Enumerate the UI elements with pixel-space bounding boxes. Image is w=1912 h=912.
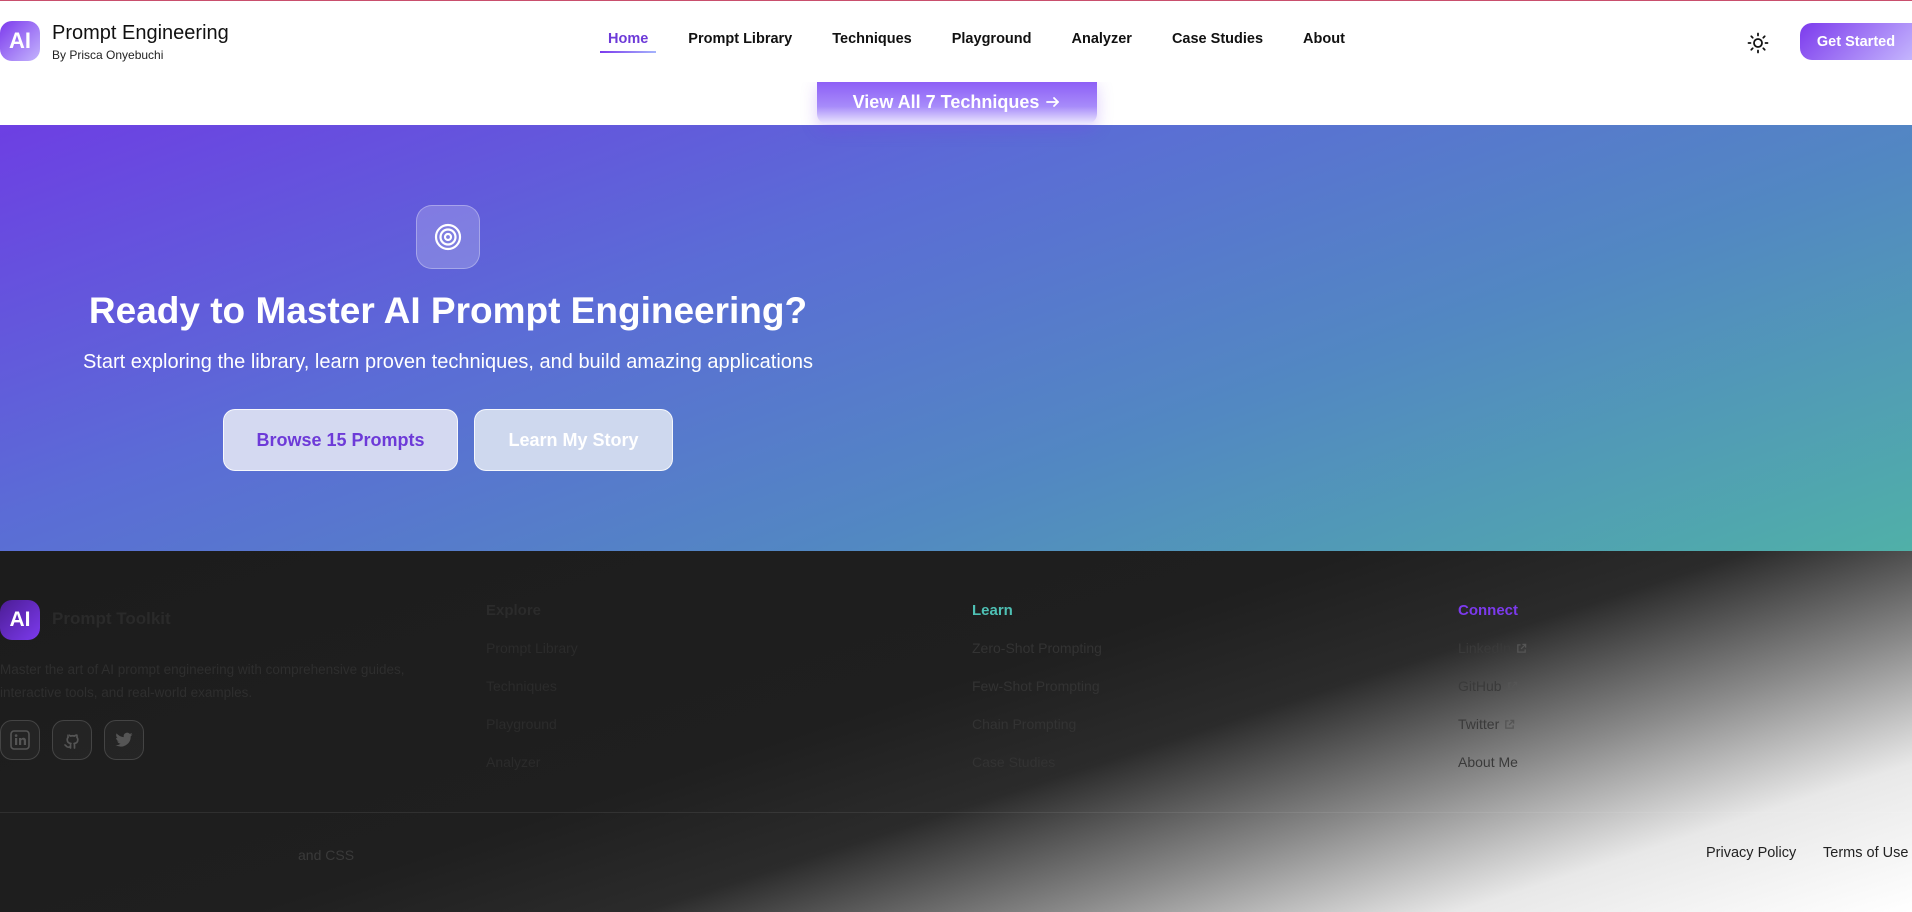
nav-home[interactable]: Home — [599, 31, 657, 53]
learn-my-story-button[interactable]: Learn My Story — [474, 409, 673, 471]
footer-link-github[interactable]: GitHub — [1458, 677, 1527, 695]
view-all-label: View All 7 Techniques — [852, 91, 1040, 112]
footer-link-prompt-library[interactable]: Prompt Library — [486, 639, 578, 657]
footer-link-linkedin-label: LinkedIn — [1458, 640, 1511, 656]
site-header: AI Prompt Engineering By Prisca Onyebuch… — [0, 1, 1912, 82]
footer-description: Master the art of AI prompt engineering … — [0, 662, 405, 700]
footer-divider — [0, 812, 1912, 813]
footer-connect-title: Connect — [1458, 602, 1518, 619]
footer-copyright: and CSS — [298, 847, 355, 863]
main-nav: Home Prompt Library Techniques Playgroun… — [599, 31, 1385, 53]
footer-col-connect: Connect LinkedIn GitHub Twitter About Me — [1458, 602, 1527, 791]
footer-link-twitter[interactable]: Twitter — [1458, 715, 1527, 733]
nav-case-studies[interactable]: Case Studies — [1172, 31, 1263, 51]
external-link-icon — [1517, 643, 1527, 653]
footer-explore-title: Explore — [486, 602, 542, 619]
site-footer: AI Prompt Toolkit Master the art of AI p… — [0, 551, 1912, 912]
nav-techniques[interactable]: Techniques — [832, 31, 912, 51]
nav-prompt-library[interactable]: Prompt Library — [688, 31, 792, 51]
twitter-icon — [115, 732, 133, 747]
linkedin-button[interactable] — [0, 720, 40, 760]
hero-subtitle: Start exploring the library, learn prove… — [82, 351, 814, 373]
footer-logo-badge[interactable]: AI — [0, 600, 40, 640]
target-icon-box — [416, 205, 480, 269]
browse-prompts-button[interactable]: Browse 15 Prompts — [223, 409, 458, 471]
nav-about[interactable]: About — [1303, 31, 1345, 51]
brand-subtitle: By Prisca Onyebuchi — [52, 48, 164, 62]
hero-title: Ready to Master AI Prompt Engineering? — [88, 290, 808, 331]
footer-link-twitter-label: Twitter — [1458, 716, 1500, 732]
brand-title[interactable]: Prompt Engineering — [52, 22, 229, 45]
footer-col-learn: Learn Zero-Shot Prompting Few-Shot Promp… — [972, 602, 1102, 791]
external-link-icon — [1507, 681, 1517, 691]
logo-badge[interactable]: AI — [0, 21, 40, 61]
sun-icon[interactable] — [1746, 31, 1770, 55]
cta-hero-section: Ready to Master AI Prompt Engineering? S… — [0, 125, 1912, 551]
footer-terms-link[interactable]: Terms of Use — [1823, 845, 1908, 861]
footer-col-explore: Explore Prompt Library Techniques Playgr… — [486, 602, 578, 791]
footer-link-playground[interactable]: Playground — [486, 715, 578, 733]
footer-link-github-label: GitHub — [1458, 678, 1502, 694]
github-button[interactable] — [52, 720, 92, 760]
footer-link-analyzer[interactable]: Analyzer — [486, 753, 578, 771]
nav-analyzer[interactable]: Analyzer — [1072, 31, 1132, 51]
nav-playground[interactable]: Playground — [952, 31, 1032, 51]
footer-privacy-link[interactable]: Privacy Policy — [1706, 845, 1796, 861]
footer-link-chain-prompting[interactable]: Chain Prompting — [972, 715, 1102, 733]
external-link-icon — [1505, 719, 1515, 729]
arrow-right-icon — [1046, 97, 1060, 107]
view-all-techniques-button[interactable]: View All 7 Techniques — [817, 80, 1097, 124]
footer-brand: Prompt Toolkit — [52, 609, 171, 628]
footer-link-techniques[interactable]: Techniques — [486, 677, 578, 695]
twitter-button[interactable] — [104, 720, 144, 760]
footer-learn-title: Learn — [972, 602, 1013, 619]
footer-link-linkedin[interactable]: LinkedIn — [1458, 639, 1527, 657]
footer-link-case-studies[interactable]: Case Studies — [972, 753, 1102, 771]
footer-link-few-shot[interactable]: Few-Shot Prompting — [972, 677, 1102, 695]
footer-link-zero-shot[interactable]: Zero-Shot Prompting — [972, 639, 1102, 657]
footer-link-about-me[interactable]: About Me — [1458, 753, 1527, 771]
get-started-button[interactable]: Get Started — [1800, 23, 1912, 60]
linkedin-icon — [10, 730, 30, 750]
github-icon — [64, 734, 79, 749]
target-icon — [434, 223, 462, 251]
